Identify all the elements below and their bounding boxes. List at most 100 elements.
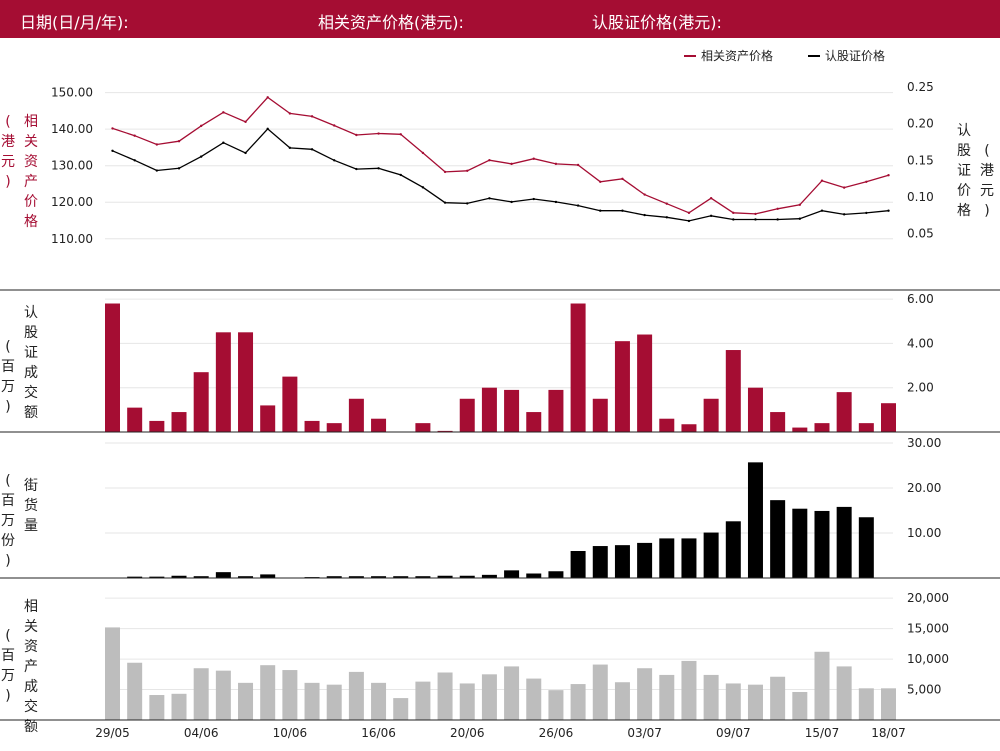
- warrant-price-point: [599, 209, 602, 212]
- outstanding-quantity-bar: [614, 545, 630, 578]
- outstanding-quantity-axis-unit: 份: [1, 533, 15, 549]
- warrant-price-axis-label: 格: [957, 203, 971, 219]
- asset-price-axis-unit: (: [5, 114, 10, 130]
- asset-price-point: [754, 212, 757, 216]
- asset-turnover-bar: [348, 671, 364, 720]
- outstanding-quantity-bar: [504, 570, 520, 578]
- warrant-turnover-bar: [725, 350, 741, 432]
- asset-price-point: [599, 180, 602, 183]
- asset-turnover-bar: [260, 665, 276, 720]
- asset-price-line: [112, 96, 889, 215]
- x-tick-label: 29/05: [95, 726, 130, 740]
- asset-price-point: [665, 202, 668, 205]
- warrant-price-point: [820, 209, 824, 212]
- warrant-turnover-axis-label: 股: [24, 325, 38, 341]
- warrant-turnover-bar: [570, 303, 586, 432]
- warrant-price-axis-label: 价: [957, 183, 971, 199]
- warrant-price-axis-label: 股: [957, 143, 971, 159]
- outstanding-quantity-bar: [836, 506, 852, 578]
- asset-price-point: [177, 140, 181, 143]
- y-left-tick-label: 130.00: [51, 159, 93, 173]
- asset-price-point: [865, 180, 868, 183]
- asset-turnover-axis-label: 额: [24, 719, 38, 735]
- warrant-turnover-axis-label: 成: [24, 365, 38, 381]
- y-left-tick-label: 150.00: [51, 86, 93, 100]
- asset-turnover-bar: [836, 666, 852, 720]
- outstanding-quantity-bar: [260, 574, 276, 578]
- outstanding-quantity-bar: [659, 538, 675, 578]
- warrant-turnover-bar: [614, 341, 630, 432]
- warrant-price-axis-label: 认: [957, 123, 971, 139]
- asset-turnover-tick-label: 15,000: [907, 622, 949, 636]
- x-tick-label: 16/06: [361, 726, 396, 740]
- asset-turnover-bar: [171, 693, 187, 720]
- warrant-turnover-bar: [238, 332, 254, 432]
- warrant-price-point: [532, 197, 535, 201]
- warrant-turnover-bar: [282, 376, 298, 432]
- asset-price-axis-unit: 港: [1, 134, 15, 150]
- asset-price-axis-unit: 元: [1, 154, 15, 170]
- asset-turnover-axis-unit: 万: [1, 668, 15, 684]
- warrant-price-axis-unit: 元: [980, 183, 994, 199]
- asset-turnover-bar: [881, 688, 896, 720]
- asset-turnover-tick-label: 10,000: [907, 652, 949, 666]
- warrant-turnover-axis-unit: 万: [1, 379, 15, 395]
- asset-turnover-axis-unit: (: [5, 628, 10, 644]
- warrant-price-point: [576, 204, 580, 207]
- warrant-turnover-bar: [105, 303, 120, 432]
- warrant-turnover-bar: [215, 332, 231, 432]
- warrant-turnover-bar: [681, 424, 697, 432]
- asset-price-label: 相关资产价格(港元):: [318, 13, 464, 32]
- asset-price-point: [310, 115, 314, 118]
- warrant-turnover-bar: [814, 423, 830, 432]
- asset-price-point: [244, 120, 247, 124]
- asset-price-point: [576, 163, 580, 167]
- asset-turnover-bar: [304, 682, 320, 720]
- asset-price-point: [199, 124, 203, 128]
- warrant-price-point: [199, 155, 203, 158]
- warrant-turnover-bar: [548, 389, 564, 432]
- warrant-price-point: [288, 146, 292, 150]
- asset-turnover-axis-label: 交: [24, 698, 38, 715]
- y-right-tick-label: 0.20: [907, 117, 934, 131]
- asset-price-point: [421, 151, 425, 155]
- legend-asset-label: 相关资产价格: [701, 48, 773, 63]
- asset-price-point: [399, 133, 402, 136]
- warrant-price-point: [133, 159, 136, 162]
- warrant-turnover-bar: [171, 412, 187, 432]
- warrant-price-point: [399, 173, 402, 177]
- asset-turnover-bar: [393, 698, 409, 720]
- warrant-turnover-axis-label: 认: [24, 305, 38, 321]
- warrant-turnover-axis-unit: (: [5, 339, 10, 355]
- asset-turnover-bar: [105, 627, 120, 720]
- warrant-turnover-bar: [504, 389, 520, 432]
- x-tick-label: 20/06: [450, 726, 485, 740]
- asset-price-point: [820, 179, 824, 182]
- outstanding-quantity-axis-unit: 万: [1, 513, 15, 529]
- warrant-price-point: [466, 202, 469, 205]
- outstanding-quantity-bar: [592, 546, 608, 578]
- warrant-price-label: 认股证价格(港元):: [592, 13, 722, 32]
- y-right-tick-label: 0.15: [907, 153, 934, 167]
- outstanding-quantity-bar: [703, 532, 719, 578]
- y-right-tick-label: 0.25: [907, 80, 934, 94]
- warrant-price-axis-unit: 港: [980, 163, 994, 179]
- outstanding-quantity-bar: [858, 517, 874, 578]
- asset-price-point: [798, 203, 802, 206]
- asset-turnover-tick-label: 5,000: [907, 683, 941, 697]
- warrant-turnover-bar: [459, 398, 475, 432]
- x-tick-label: 04/06: [184, 726, 219, 740]
- outstanding-quantity-bar: [215, 572, 231, 578]
- warrant-price-point: [421, 186, 425, 189]
- asset-turnover-bar: [725, 683, 741, 720]
- outstanding-quantity-tick-label: 10.00: [907, 526, 941, 540]
- warrant-price-point: [310, 148, 314, 151]
- warrant-turnover-bar: [193, 372, 209, 432]
- asset-price-point: [554, 162, 558, 166]
- asset-turnover-bar: [326, 684, 342, 720]
- warrant-price-point: [643, 213, 646, 217]
- x-tick-label: 18/07: [871, 726, 906, 740]
- asset-turnover-bar: [238, 682, 254, 720]
- warrant-turnover-bar: [127, 407, 143, 432]
- warrant-turnover-tick-label: 4.00: [907, 336, 934, 350]
